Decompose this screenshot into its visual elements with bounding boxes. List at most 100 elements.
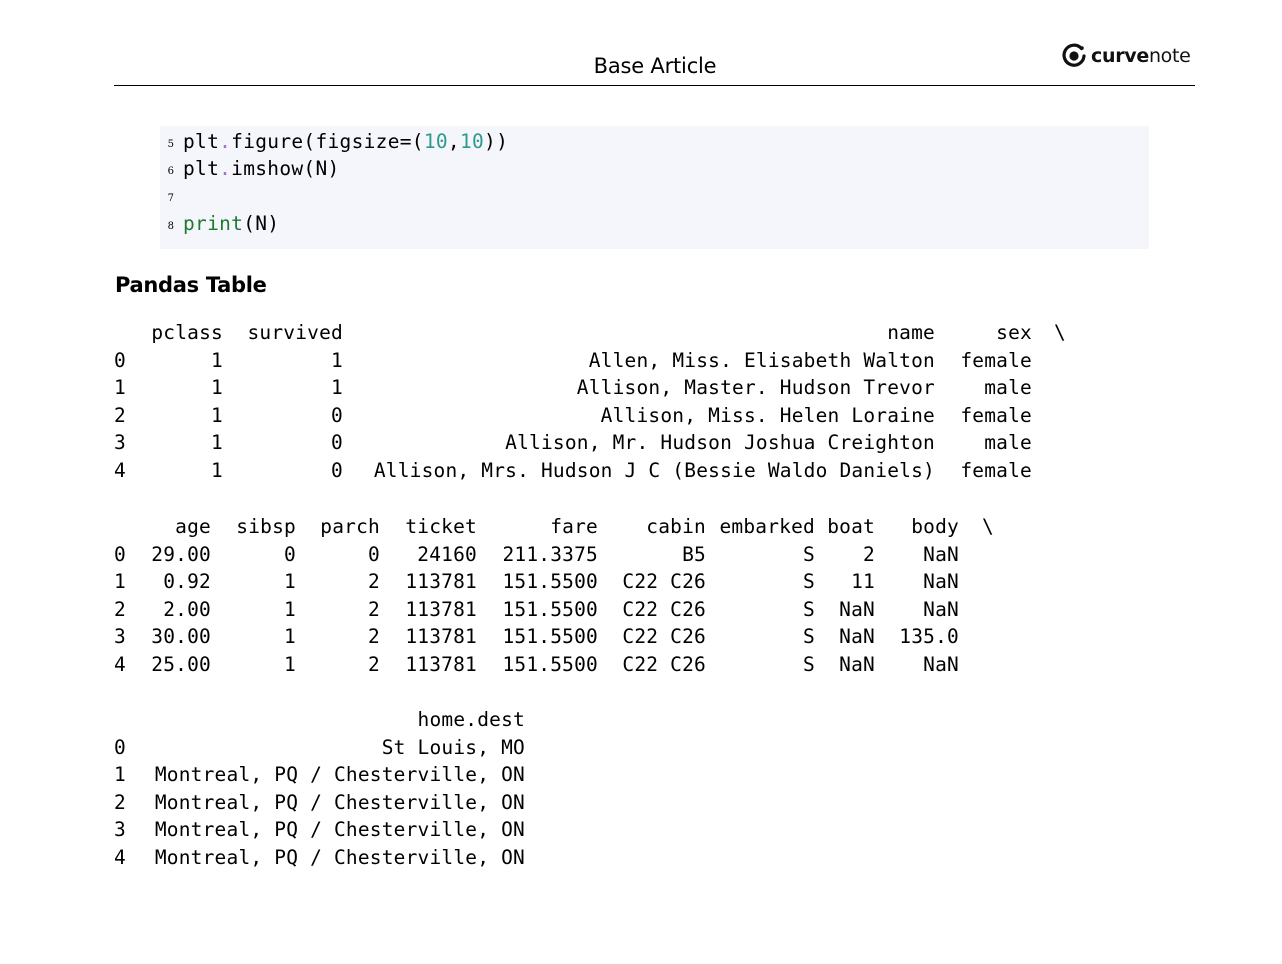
table-cell: 2 <box>368 570 380 594</box>
column-header: home.dest <box>417 708 525 731</box>
table-cell: male <box>984 431 1032 455</box>
row-index: 0 <box>114 348 126 372</box>
row-index: 3 <box>114 818 126 842</box>
column-header: sex <box>996 321 1032 344</box>
table-cell: 2 <box>368 625 380 649</box>
table-cell: 1 <box>331 376 343 400</box>
code-token: , <box>447 130 460 153</box>
row-index: 2 <box>114 403 126 427</box>
row-index: 1 <box>114 376 126 400</box>
table-cell: 113781 <box>405 625 477 649</box>
table-cell: 1 <box>211 459 223 482</box>
table-cell: female <box>960 403 1032 427</box>
column-header: parch <box>320 515 380 538</box>
column-header: ticket <box>405 515 477 538</box>
table-cell: Allen, Miss. Elisabeth Walton <box>588 348 935 372</box>
column-header: pclass <box>151 321 223 344</box>
table-cell: NaN <box>923 542 959 566</box>
table-cell: NaN <box>923 570 959 594</box>
table-cell: 0 <box>331 459 343 482</box>
code-token: figure(figsize=( <box>231 130 424 153</box>
section-heading: Pandas Table <box>115 273 267 297</box>
table-cell: 151.5500 <box>502 653 598 676</box>
table-cell: Allison, Mr. Hudson Joshua Creighton <box>505 431 935 455</box>
table-cell: S <box>803 625 815 649</box>
table-cell: 151.5500 <box>502 597 598 621</box>
table-cell: S <box>803 597 815 621</box>
table-cell: 1 <box>284 653 296 676</box>
brand-logo[interactable]: curvenote <box>1060 42 1191 70</box>
table-cell: C22 C26 <box>622 653 706 676</box>
table-cell: NaN <box>923 653 959 676</box>
row-index: 0 <box>114 735 126 759</box>
table-cell: 113781 <box>405 570 477 594</box>
code-token: imshow(N) <box>231 157 340 180</box>
table-cell: Allison, Mrs. Hudson J C (Bessie Waldo D… <box>373 459 935 482</box>
table-cell: 2 <box>368 653 380 676</box>
row-index: 3 <box>114 625 126 649</box>
table-cell: S <box>803 653 815 676</box>
table-cell: Allison, Miss. Helen Loraine <box>600 403 935 427</box>
code-text: plt.figure(figsize=(10,10)) <box>183 130 508 153</box>
table-cell: female <box>960 348 1032 372</box>
table-cell: 0 <box>331 403 343 427</box>
row-index: 4 <box>114 459 126 482</box>
code-token: . <box>219 157 232 180</box>
table-cell: 24160 <box>417 542 477 566</box>
column-header: survived <box>247 321 343 344</box>
row-index: 2 <box>114 597 126 621</box>
line-number: 6 <box>167 166 174 177</box>
table-cell: male <box>984 376 1032 400</box>
column-header: body <box>911 515 959 538</box>
code-text: plt.imshow(N) <box>183 157 340 180</box>
table-cell: NaN <box>839 625 875 649</box>
code-block: 5 plt.figure(figsize=(10,10)) 6 plt.imshow(… <box>160 126 1149 249</box>
table-cell: NaN <box>839 653 875 676</box>
table-cell: Montreal, PQ / Chesterville, ON <box>154 763 525 787</box>
row-index: 3 <box>114 431 126 455</box>
brand-name: curvenote <box>1091 45 1191 67</box>
table-cell: 2 <box>368 597 380 621</box>
table-cell: Montreal, PQ / Chesterville, ON <box>154 790 525 814</box>
table-cell: S <box>803 570 815 594</box>
table-cell: 11 <box>851 570 875 594</box>
code-token: plt <box>183 130 220 153</box>
table-cell: 135.0 <box>899 625 959 649</box>
table-cell: female <box>960 459 1032 482</box>
table-cell: NaN <box>923 597 959 621</box>
line-number: 5 <box>167 139 174 150</box>
column-header: sibsp <box>236 515 296 538</box>
code-token: (N) <box>243 212 280 235</box>
table-cell: 113781 <box>405 597 477 621</box>
table-cell: S <box>803 542 815 566</box>
line-continuation: \ <box>1054 321 1066 344</box>
column-header: name <box>887 321 935 344</box>
line-continuation: \ <box>982 515 994 538</box>
table-cell: NaN <box>839 597 875 621</box>
table-cell: Montreal, PQ / Chesterville, ON <box>154 818 525 842</box>
curvenote-logo-icon <box>1062 43 1086 67</box>
table-cell: 1 <box>284 597 296 621</box>
table-cell: C22 C26 <box>622 625 706 649</box>
column-header: boat <box>827 515 875 538</box>
code-token: 10 <box>423 130 448 153</box>
header-divider <box>114 85 1195 86</box>
table-cell: 25.00 <box>151 653 211 676</box>
line-number: 8 <box>167 221 174 232</box>
table-cell: 1 <box>211 376 223 400</box>
code-token: 10 <box>459 130 485 153</box>
row-index: 4 <box>114 846 126 869</box>
table-cell: 211.3375 <box>502 542 598 566</box>
column-header: embarked <box>719 515 815 538</box>
table-cell: Montreal, PQ / Chesterville, ON <box>154 846 525 869</box>
table-cell: 113781 <box>405 653 477 676</box>
code-token: print <box>183 212 244 235</box>
table-cell: 1 <box>211 348 223 372</box>
table-cell: C22 C26 <box>622 597 706 621</box>
code-token: )) <box>484 130 509 153</box>
table-cell: 151.5500 <box>502 570 598 594</box>
table-cell: C22 C26 <box>622 570 706 594</box>
table-cell: B5 <box>682 542 706 566</box>
table-cell: 2.00 <box>163 597 211 621</box>
table-cell: 2 <box>863 542 875 566</box>
